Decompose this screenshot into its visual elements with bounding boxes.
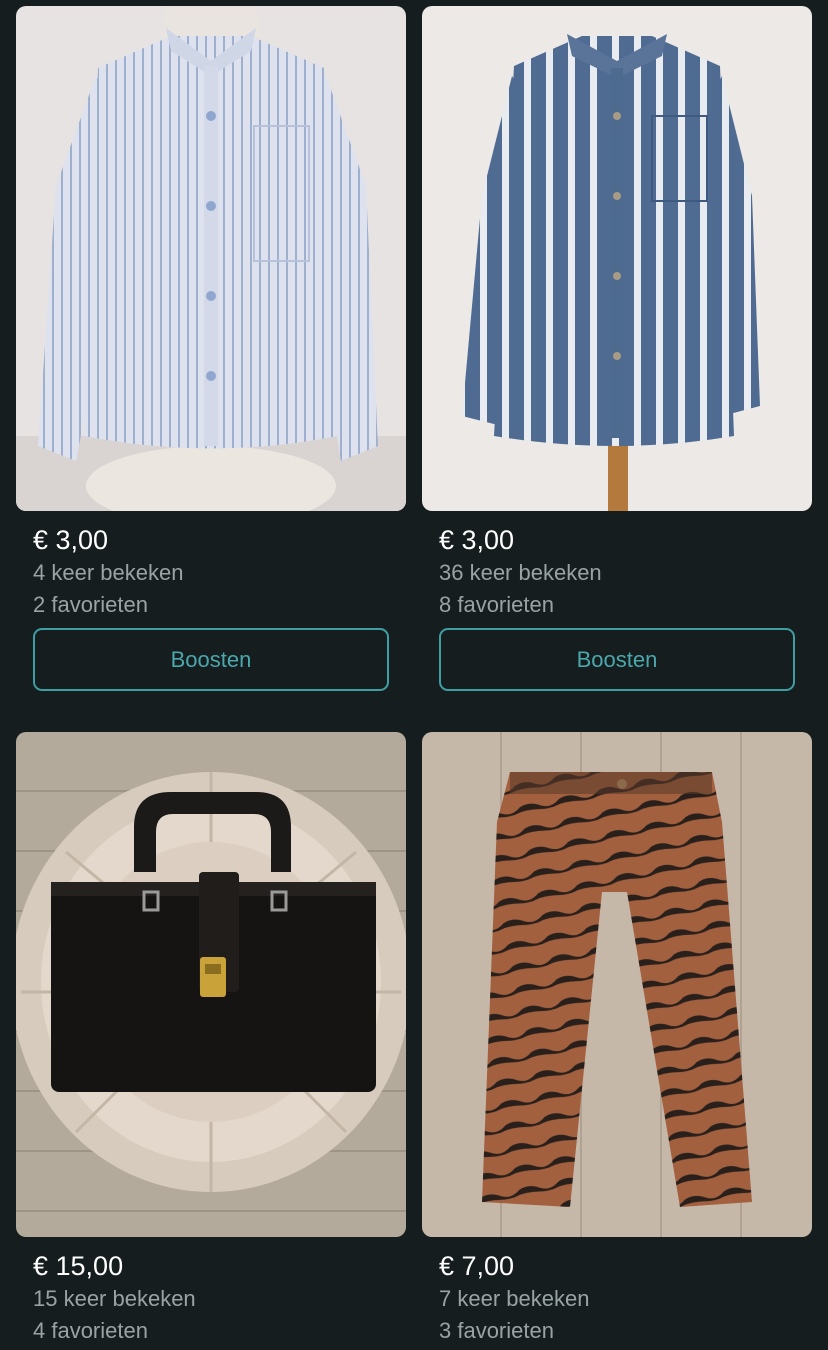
listing-favorites: 3 favorieten xyxy=(439,1318,554,1343)
shirt-image xyxy=(16,6,406,511)
listing-favorites: 8 favorieten xyxy=(439,592,554,617)
listing-favorites: 4 favorieten xyxy=(33,1318,148,1343)
listing-photo-handbag[interactable] xyxy=(16,732,406,1237)
listing-price: € 3,00 xyxy=(439,525,515,555)
boost-button[interactable]: Boosten xyxy=(33,628,389,691)
listing-favorites: 2 favorieten xyxy=(33,592,148,617)
jeans-image xyxy=(422,732,812,1237)
listing-views: 36 keer bekeken xyxy=(439,560,602,585)
listing-views: 4 keer bekeken xyxy=(33,560,184,585)
handbag-image xyxy=(16,732,406,1237)
listing-views: 7 keer bekeken xyxy=(439,1286,590,1311)
listing-photo-striped-shirt[interactable] xyxy=(16,6,406,511)
shirt-image xyxy=(422,6,812,511)
listing-price: € 3,00 xyxy=(33,525,109,555)
listing-price: € 15,00 xyxy=(33,1251,124,1281)
boost-button[interactable]: Boosten xyxy=(439,628,795,691)
listing-photo-jeans[interactable] xyxy=(422,732,812,1237)
listing-photo-striped-shirt[interactable] xyxy=(422,6,812,511)
listing-price: € 7,00 xyxy=(439,1251,515,1281)
listing-views: 15 keer bekeken xyxy=(33,1286,196,1311)
